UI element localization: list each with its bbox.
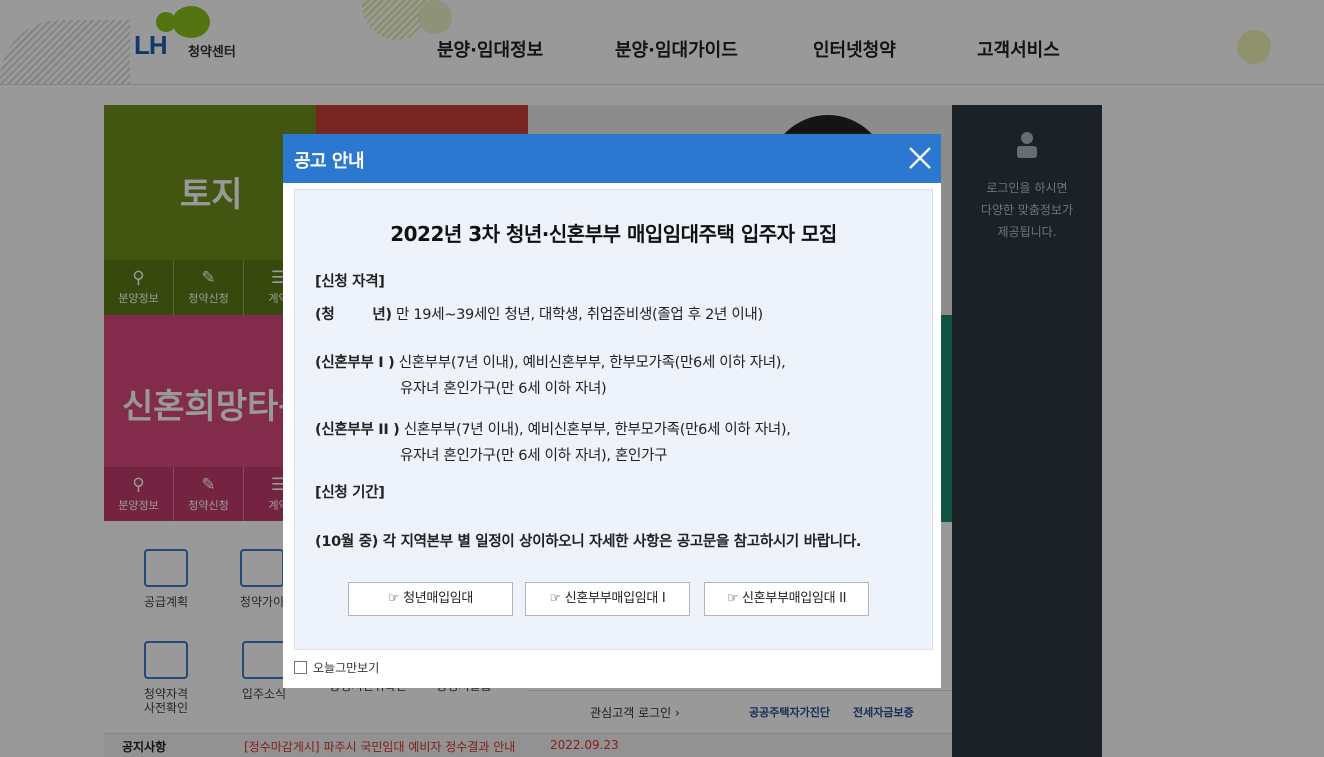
youth-row: (청 년) 만 19세~39세인 청년, 대학생, 취업준비생(졸업 후 2년 … — [315, 303, 763, 324]
modal-header: 공고 안내 — [283, 134, 941, 183]
period-header: [신청 기간] — [315, 485, 385, 501]
newlywed1-text: 신혼부부(7년 이내), 예비신혼부부, 한부모가족(만6세 이하 자녀), — [398, 355, 786, 371]
newlywed1-row: (신혼부부 I ) 신혼부부(7년 이내), 예비신혼부부, 한부모가족(만6세… — [315, 351, 786, 372]
modal-title: 공고 안내 — [294, 151, 365, 172]
newlywed1-label: (신혼부부 I ) — [315, 355, 395, 371]
newlywed2-label: (신혼부부 II ) — [315, 422, 400, 438]
newlywed-rental-1-button[interactable]: ☞ 신혼부부매입임대 I — [525, 582, 690, 616]
newlywed-rental-2-button[interactable]: ☞ 신혼부부매입임대 II — [704, 582, 869, 616]
announcement-modal: 공고 안내 2022년 3차 청년·신혼부부 매입임대주택 입주자 모집 [신청… — [283, 134, 941, 688]
newlywed2-row: (신혼부부 II ) 신혼부부(7년 이내), 예비신혼부부, 한부모가족(만6… — [315, 418, 791, 439]
youth-rental-button[interactable]: ☞ 청년매입임대 — [348, 582, 513, 616]
modal-content: 2022년 3차 청년·신혼부부 매입임대주택 입주자 모집 [신청 자격] (… — [294, 189, 933, 650]
close-icon[interactable] — [907, 145, 933, 171]
period-text: (10월 중) 각 지역본부 별 일정이 상이하오니 자세한 사항은 공고문을 … — [315, 534, 862, 550]
youth-label: (청 년) — [315, 307, 392, 323]
hide-today-option[interactable]: 오늘그만보기 — [294, 659, 379, 675]
newlywed2-text: 신혼부부(7년 이내), 예비신혼부부, 한부모가족(만6세 이하 자녀), — [403, 422, 791, 438]
notice-title: 2022년 3차 청년·신혼부부 매입임대주택 입주자 모집 — [390, 222, 837, 246]
hide-today-checkbox[interactable] — [294, 660, 307, 674]
hide-today-label[interactable]: 오늘그만보기 — [313, 659, 379, 676]
newlywed2-cont: 유자녀 혼인가구(만 6세 이하 자녀), 혼인가구 — [400, 448, 668, 464]
youth-text: 만 19세~39세인 청년, 대학생, 취업준비생(졸업 후 2년 이내) — [396, 307, 763, 323]
qualification-header: [신청 자격] — [315, 274, 385, 290]
newlywed1-cont: 유자녀 혼인가구(만 6세 이하 자녀) — [400, 381, 607, 397]
